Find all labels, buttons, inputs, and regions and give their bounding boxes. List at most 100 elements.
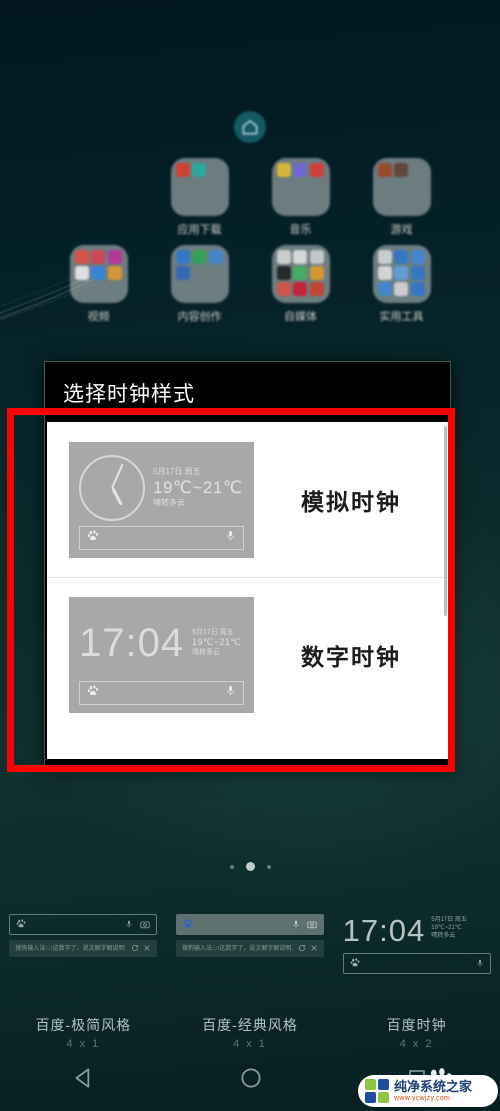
digital-clock-preview: 17:04 5月17日 周五 19℃~21℃ 晴转多云: [69, 597, 254, 713]
search-hint-text: 搜狗输入法া这数字了，说文解字解说明…: [15, 946, 128, 952]
close-icon: [143, 944, 151, 954]
search-bar-preview: [9, 914, 158, 935]
camera-icon: [140, 916, 150, 934]
search-bar-preview: [342, 953, 491, 974]
widget-size: 4 x 1: [233, 1038, 267, 1050]
weather-date: 5月17日 周五: [431, 917, 467, 923]
folder-icon: [372, 158, 431, 216]
weather-info: 5月17日 周五 19℃~21℃ 晴转多云: [153, 467, 242, 508]
widget-weather-info: 5月17日 周五 19℃~21℃ 晴转多云: [431, 914, 467, 940]
microphone-icon: [292, 916, 300, 934]
folder-row-1: 应用下载 音乐 游戏: [48, 158, 452, 237]
widget-preview: 17:04 5月17日 周五 19℃~21℃ 晴转多云: [342, 914, 491, 976]
weather-temperature: 19℃~21℃: [192, 637, 242, 648]
dialog-title: 选择时钟样式: [63, 383, 195, 406]
widget-name: 百度-极简风格: [35, 1017, 132, 1033]
folder-label: 自媒体: [284, 311, 317, 323]
weather-date: 5月17日 周五: [153, 466, 201, 476]
page-indicator: [0, 862, 500, 871]
page-dot[interactable]: [266, 864, 271, 869]
clock-style-list: 5月17日 周五 19℃~21℃ 晴转多云 模拟时钟 17:04 5月17日 周…: [47, 422, 448, 759]
folder-games[interactable]: 游戏: [351, 158, 452, 237]
folder-video[interactable]: 视频: [48, 245, 149, 324]
folder-label: 视频: [87, 311, 110, 323]
baidu-paw-icon: [87, 529, 100, 547]
folder-label: 游戏: [390, 224, 413, 236]
folder-music[interactable]: 音乐: [250, 158, 351, 237]
analog-clock-face: [79, 454, 145, 521]
watermark-pill: 纯净系统之家 www.ycwjzy.com: [358, 1075, 498, 1107]
widget-name: 百度时钟: [386, 1017, 447, 1033]
microphone-icon: [225, 529, 236, 547]
search-bar-preview: [79, 681, 244, 705]
launcher-home-screen: 应用下载 音乐 游戏 视频 内容创作 自媒体 实用工具: [0, 0, 500, 370]
widget-item-baidu-clock[interactable]: 17:04 5月17日 周五 19℃~21℃ 晴转多云 百度时钟 4 x 2: [333, 900, 500, 1050]
site-watermark: 纯净系统之家 www.ycwjzy.com: [346, 1065, 498, 1109]
microphone-icon: [476, 955, 484, 973]
folder-row-2: 视频 内容创作 自媒体 实用工具: [48, 245, 452, 324]
widget-name: 百度-经典风格: [202, 1017, 298, 1033]
folder-content-creation[interactable]: 内容创作: [149, 245, 250, 324]
weather-condition: 晴转多云: [153, 498, 185, 508]
folder-label: 内容创作: [177, 311, 222, 323]
refresh-icon: [131, 944, 139, 954]
baidu-paw-icon: [16, 916, 27, 934]
baidu-logo-icon: [183, 916, 194, 934]
phone-screenshot: 应用下载 音乐 游戏 视频 内容创作 自媒体 实用工具 选择时钟样式 5月17日…: [0, 0, 500, 1111]
folder-app-download[interactable]: 应用下载: [149, 158, 250, 237]
page-dot-active[interactable]: [245, 862, 255, 871]
folder-icon: [69, 245, 128, 303]
clock-option-label: 数字时钟: [301, 644, 401, 670]
folder-icon: [271, 245, 330, 303]
weather-condition: 晴转多云: [431, 932, 456, 939]
folder-label: 音乐: [289, 224, 312, 236]
refresh-icon: [298, 944, 306, 954]
clock-widget-preview: 17:04 5月17日 周五 19℃~21℃ 晴转多云: [343, 914, 491, 948]
folder-utilities[interactable]: 实用工具: [351, 245, 452, 324]
watermark-url: www.ycwjzy.com: [394, 1095, 451, 1102]
clock-option-label: 模拟时钟: [301, 488, 401, 515]
widget-size: 4 x 1: [66, 1038, 101, 1050]
search-bar-preview: [176, 914, 324, 935]
folder-label: 应用下载: [177, 224, 222, 236]
folder-self-media[interactable]: 自媒体: [250, 245, 351, 324]
camera-icon: [307, 916, 317, 934]
back-triangle-icon[interactable]: [71, 1065, 97, 1096]
widget-size: 4 x 2: [399, 1038, 434, 1050]
widget-clock-time: 17:04: [342, 913, 426, 948]
home-circle-icon[interactable]: [238, 1065, 264, 1096]
widget-item-baidu-minimal[interactable]: 搜狗输入法া这数字了，说文解字解说明… 百度-极简风格 4 x 1: [0, 900, 167, 1050]
watermark-title: 纯净系统之家: [394, 1079, 473, 1094]
home-icon[interactable]: [234, 111, 266, 143]
microphone-icon: [125, 916, 133, 934]
folder-icon: [372, 245, 431, 303]
search-hint-row: 搜狗输入法া这数字了，说文解字解说明…: [9, 940, 158, 957]
clock-option-digital[interactable]: 17:04 5月17日 周五 19℃~21℃ 晴转多云 数字时钟: [47, 577, 448, 732]
widget-item-baidu-classic[interactable]: 搜狗输入法া这数字了，说文解字解说明… 百度-经典风格 4 x 1: [167, 900, 334, 1050]
microphone-icon: [225, 684, 236, 702]
clock-style-dialog: 选择时钟样式 5月17日 周五 19℃~21℃ 晴转多云 模拟时钟 17:04 …: [44, 361, 451, 766]
watermark-logo-icon: [365, 1079, 389, 1103]
search-hint-text: 搜狗输入法া这数字了，说文解字解说明…: [182, 946, 294, 952]
dialog-scrollbar[interactable]: [444, 426, 447, 616]
analog-clock-preview: 5月17日 周五 19℃~21℃ 晴转多云: [69, 441, 254, 558]
folder-icon: [170, 158, 229, 216]
search-bar-preview: [79, 525, 244, 550]
clock-option-analog[interactable]: 5月17日 周五 19℃~21℃ 晴转多云 模拟时钟: [47, 422, 448, 577]
baidu-paw-icon: [350, 955, 361, 973]
digital-clock-time: 17:04: [79, 621, 185, 665]
widget-picker-tray: 搜狗输入法া这数字了，说文解字解说明… 百度-极简风格 4 x 1 搜狗输入法া…: [0, 900, 500, 1050]
search-hint-row: 搜狗输入法া这数字了，说文解字解说明…: [176, 940, 324, 957]
folder-grid: 应用下载 音乐 游戏 视频 内容创作 自媒体 实用工具: [48, 158, 452, 332]
weather-temperature: 19℃~21℃: [153, 477, 243, 497]
folder-icon: [170, 245, 229, 303]
weather-date: 5月17日 周五: [192, 628, 234, 636]
widget-preview: 搜狗输入法া这数字了，说文解字解说明…: [9, 914, 158, 976]
widget-preview: 搜狗输入法া这数字了，说文解字解说明…: [176, 914, 324, 976]
weather-condition: 晴转多云: [192, 648, 221, 656]
page-dot[interactable]: [229, 864, 234, 869]
folder-label: 实用工具: [379, 311, 424, 323]
weather-temperature: 19℃~21℃: [431, 924, 462, 931]
close-icon: [310, 944, 318, 954]
folder-icon: [271, 158, 330, 216]
